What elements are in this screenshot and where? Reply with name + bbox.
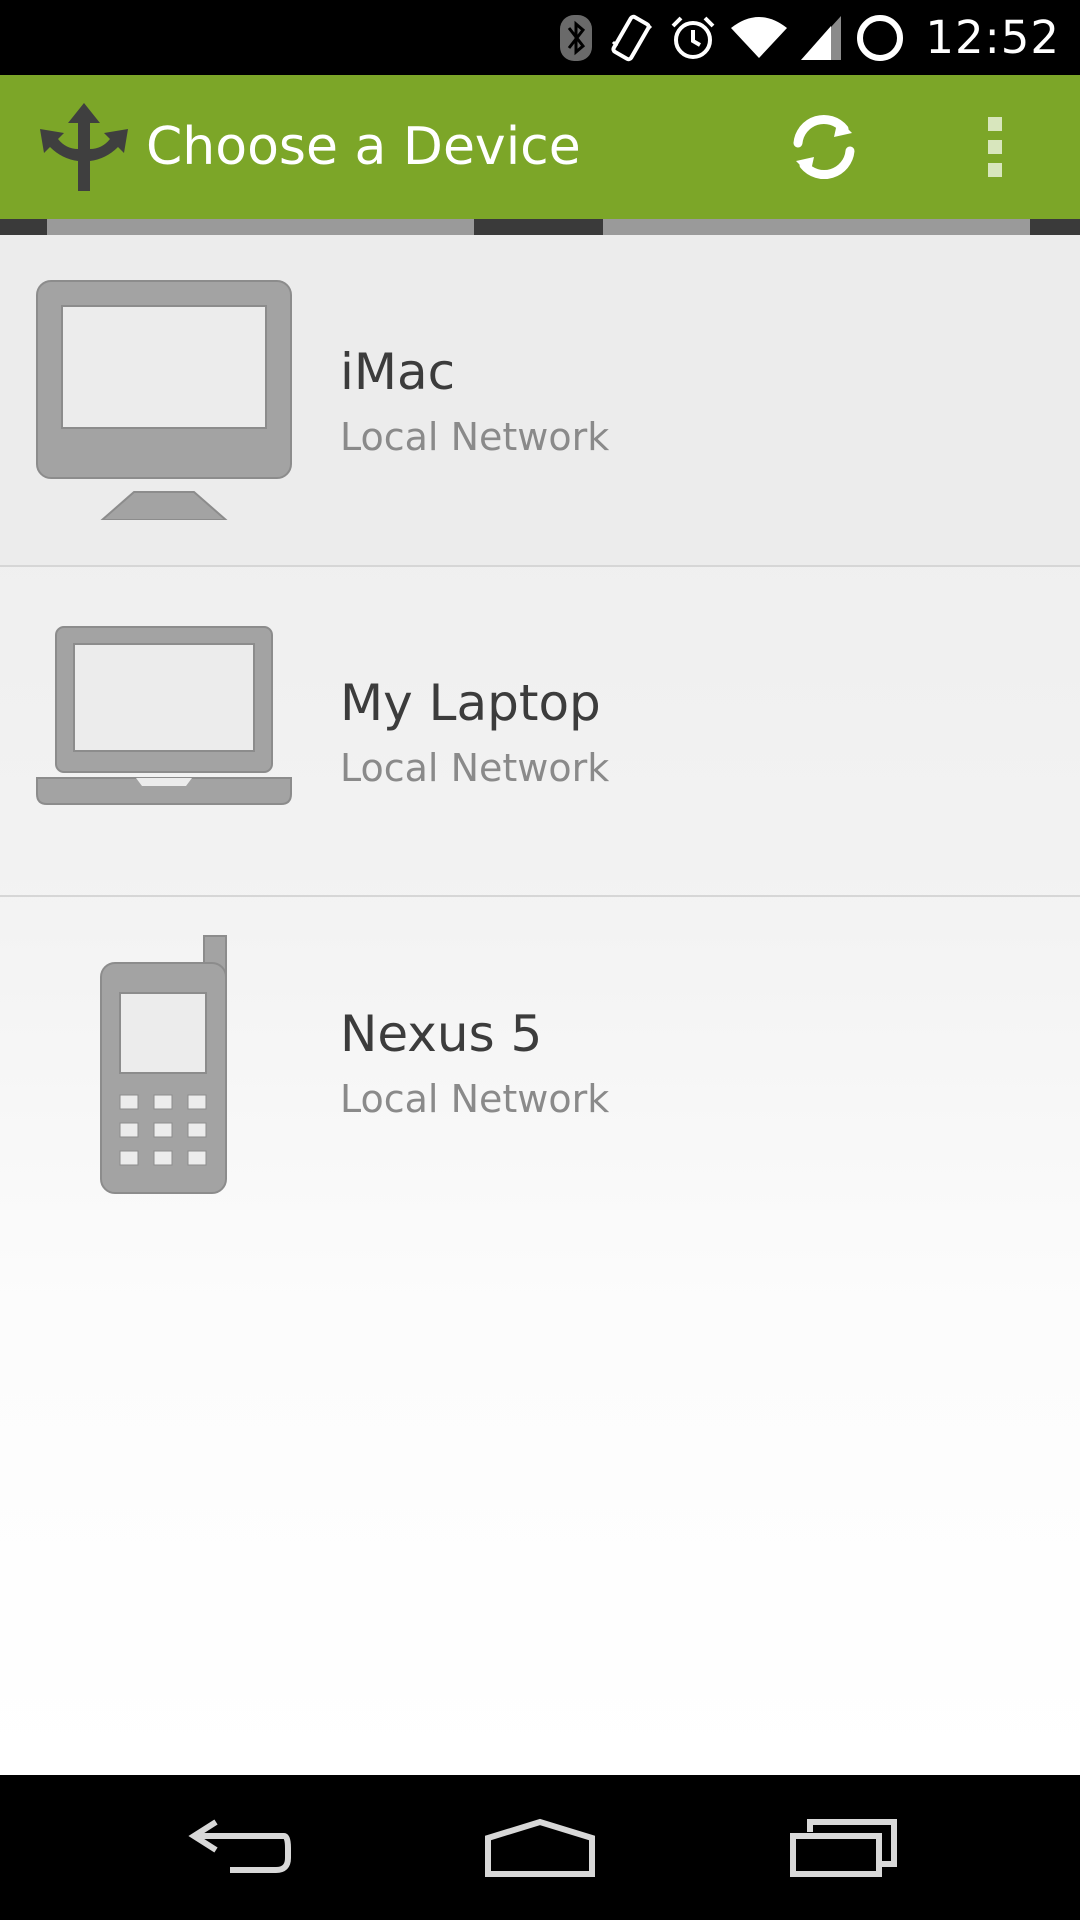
desktop-monitor-icon xyxy=(36,280,292,525)
navigation-bar xyxy=(0,1775,1080,1920)
back-icon[interactable] xyxy=(160,1775,320,1920)
status-icons: 12:52 xyxy=(559,0,1060,75)
laptop-icon xyxy=(36,626,292,811)
battery-icon xyxy=(855,13,905,63)
device-list: iMac Local Network My Laptop Local Netwo… xyxy=(0,235,1080,1775)
wifi-icon xyxy=(731,14,788,62)
tab-indicator-right xyxy=(603,219,1030,235)
status-bar: 12:52 xyxy=(0,0,1080,75)
tab-strip xyxy=(0,219,1080,235)
device-subtitle: Local Network xyxy=(340,1077,610,1121)
three-way-arrow-icon[interactable] xyxy=(36,99,132,195)
tab-indicator-left xyxy=(47,219,474,235)
refresh-icon[interactable] xyxy=(786,109,862,185)
signal-icon xyxy=(801,14,842,62)
recents-icon[interactable] xyxy=(764,1775,924,1920)
alarm-icon xyxy=(669,14,717,62)
device-name: iMac xyxy=(340,343,456,401)
device-row-laptop[interactable]: My Laptop Local Network xyxy=(0,566,1080,896)
device-subtitle: Local Network xyxy=(340,746,610,790)
action-bar: Choose a Device xyxy=(0,75,1080,219)
bluetooth-icon xyxy=(559,14,593,62)
device-name: Nexus 5 xyxy=(340,1005,543,1063)
device-row-imac[interactable]: iMac Local Network xyxy=(0,235,1080,565)
mobile-phone-icon xyxy=(100,935,228,1200)
status-time: 12:52 xyxy=(925,11,1060,64)
home-icon[interactable] xyxy=(460,1775,620,1920)
page-title: Choose a Device xyxy=(146,117,581,177)
device-row-nexus-5[interactable]: Nexus 5 Local Network xyxy=(0,897,1080,1227)
device-subtitle: Local Network xyxy=(340,415,610,459)
device-name: My Laptop xyxy=(340,674,601,732)
vibrate-icon xyxy=(607,12,655,64)
overflow-menu-icon[interactable] xyxy=(978,109,1014,185)
